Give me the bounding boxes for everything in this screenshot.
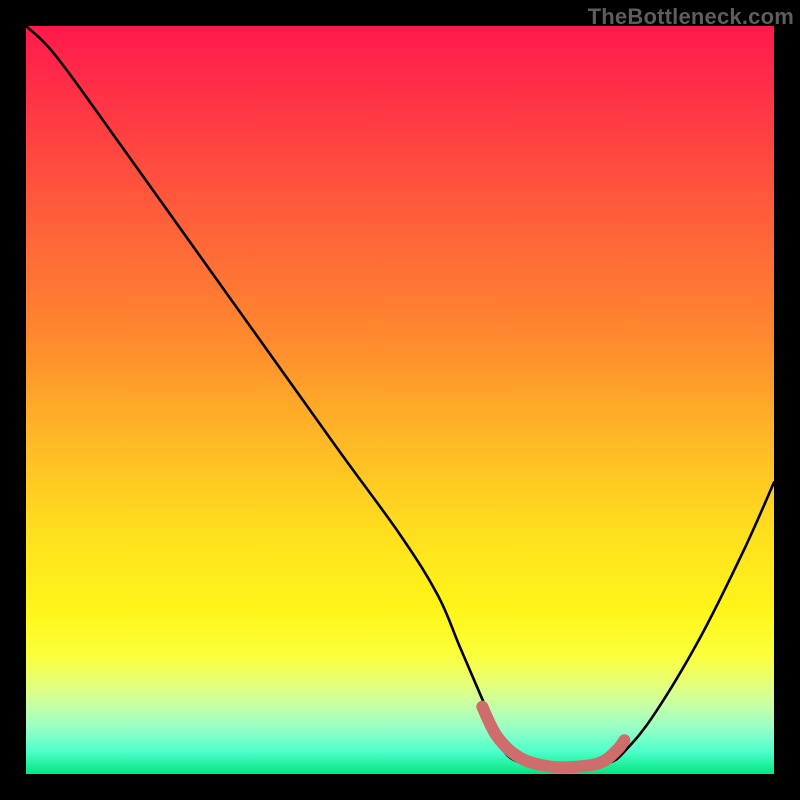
plot-area <box>26 26 774 774</box>
chart-frame: TheBottleneck.com <box>0 0 800 800</box>
watermark-text: TheBottleneck.com <box>588 4 794 30</box>
main-curve <box>26 26 774 769</box>
highlight-band <box>482 707 624 768</box>
curve-layer <box>26 26 774 774</box>
